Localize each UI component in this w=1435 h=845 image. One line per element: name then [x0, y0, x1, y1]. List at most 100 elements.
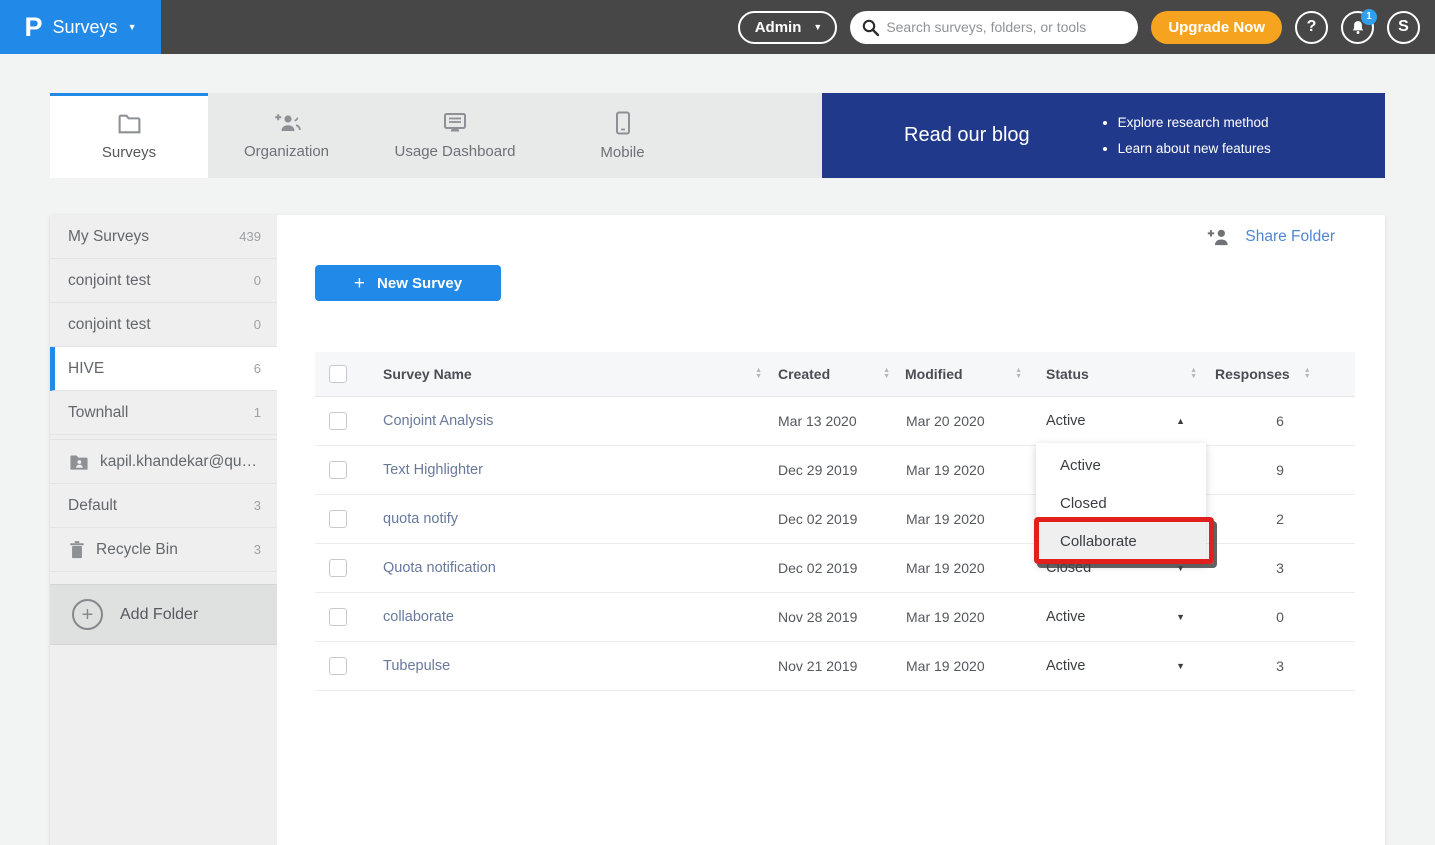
app-window: P Surveys ▼ Admin ▼ Upgrade Now ?	[0, 0, 1435, 845]
table-header-row: Survey Name ▲▼ Created ▲▼ Modified ▲▼ St…	[315, 352, 1355, 397]
folder-icon	[117, 113, 142, 135]
avatar-letter: S	[1398, 18, 1409, 36]
survey-name-link[interactable]: Text Highlighter	[370, 462, 770, 478]
sort-icon[interactable]: ▲▼	[1304, 368, 1311, 380]
sidebar-item-my-surveys[interactable]: My Surveys 439	[50, 215, 277, 259]
chevron-down-icon: ▼	[128, 22, 137, 32]
row-checkbox[interactable]	[329, 608, 347, 626]
survey-name-link[interactable]: Tubepulse	[370, 658, 770, 674]
caret-down-icon: ▼	[1176, 612, 1185, 622]
brand-logo-icon: P	[25, 14, 43, 41]
created-date: Mar 13 2020	[770, 413, 898, 429]
sidebar-item-conjoint-test-1[interactable]: conjoint test 0	[50, 259, 277, 303]
new-survey-button[interactable]: + New Survey	[315, 265, 501, 301]
column-header-status[interactable]: Status ▲▼	[1030, 352, 1205, 396]
folder-count: 3	[254, 498, 261, 513]
folder-label: Townhall	[68, 404, 246, 422]
table-row: collaborate Nov 28 2019 Mar 19 2020 Acti…	[315, 593, 1355, 642]
survey-name-link[interactable]: collaborate	[370, 609, 770, 625]
upgrade-now-button[interactable]: Upgrade Now	[1151, 11, 1282, 44]
tab-usage-dashboard[interactable]: Usage Dashboard	[365, 93, 545, 178]
modified-date: Mar 19 2020	[898, 462, 1030, 478]
row-checkbox[interactable]	[329, 461, 347, 479]
status-option-closed[interactable]: Closed	[1036, 484, 1206, 522]
column-header-survey-name[interactable]: Survey Name ▲▼	[370, 352, 770, 396]
folder-count: 6	[254, 361, 261, 376]
banner-title: Read our blog	[904, 124, 1030, 147]
column-header-modified[interactable]: Modified ▲▼	[898, 352, 1030, 396]
survey-name-link[interactable]: Quota notification	[370, 560, 770, 576]
status-dropdown-menu: Active Closed Collaborate	[1036, 443, 1206, 564]
plus-circle-icon: +	[72, 599, 103, 630]
table-row: Conjoint Analysis Mar 13 2020 Mar 20 202…	[315, 397, 1355, 446]
table-row: Tubepulse Nov 21 2019 Mar 19 2020 Active…	[315, 642, 1355, 691]
sidebar-item-hive[interactable]: HIVE 6	[50, 347, 277, 391]
notifications-button[interactable]: 1	[1341, 11, 1374, 44]
tab-label: Organization	[244, 143, 329, 160]
column-label: Responses	[1215, 366, 1290, 382]
banner-bullet: Learn about new features	[1118, 136, 1271, 162]
column-label: Modified	[905, 366, 963, 382]
column-header-responses[interactable]: Responses ▲▼	[1205, 352, 1355, 396]
sort-icon[interactable]: ▲▼	[755, 368, 762, 380]
new-survey-label: New Survey	[377, 275, 462, 292]
status-dropdown-trigger[interactable]: Active ▲	[1030, 413, 1205, 429]
status-dropdown-trigger[interactable]: Active ▼	[1030, 609, 1205, 625]
tab-organization[interactable]: Organization	[208, 93, 365, 178]
responses-count: 9	[1205, 462, 1355, 478]
folder-label: Default	[68, 497, 246, 515]
responses-count: 6	[1205, 413, 1355, 429]
sort-icon[interactable]: ▲▼	[1190, 368, 1197, 380]
survey-name-link[interactable]: quota notify	[370, 511, 770, 527]
folder-label: Recycle Bin	[96, 541, 246, 559]
sidebar-item-recycle-bin[interactable]: Recycle Bin 3	[50, 528, 277, 572]
caret-down-icon: ▼	[1176, 661, 1185, 671]
survey-name-link[interactable]: Conjoint Analysis	[370, 413, 770, 429]
status-option-collaborate[interactable]: Collaborate	[1036, 522, 1206, 560]
sort-icon[interactable]: ▲▼	[1015, 368, 1022, 380]
folder-count: 1	[254, 405, 261, 420]
sort-icon[interactable]: ▲▼	[883, 368, 890, 380]
sidebar-item-conjoint-test-2[interactable]: conjoint test 0	[50, 303, 277, 347]
row-checkbox[interactable]	[329, 510, 347, 528]
help-button[interactable]: ?	[1295, 11, 1328, 44]
search-input[interactable]	[850, 11, 1138, 44]
blog-banner[interactable]: Read our blog Explore research method Le…	[822, 93, 1385, 178]
folder-label: HIVE	[68, 360, 246, 378]
sidebar-item-townhall[interactable]: Townhall 1	[50, 391, 277, 435]
responses-count: 3	[1205, 560, 1355, 576]
survey-list-panel: Share Folder + New Survey Survey Name ▲▼	[277, 215, 1385, 845]
banner-bullet: Explore research method	[1118, 110, 1271, 136]
column-header-created[interactable]: Created ▲▼	[770, 352, 898, 396]
modified-date: Mar 19 2020	[898, 658, 1030, 674]
navbar-actions: Admin ▼ Upgrade Now ? 1	[738, 11, 1435, 44]
dashboard-icon	[442, 112, 468, 134]
admin-menu-button[interactable]: Admin ▼	[738, 11, 838, 44]
folder-sidebar: My Surveys 439 conjoint test 0 conjoint …	[50, 215, 277, 845]
product-name: Surveys	[53, 17, 118, 38]
responses-count: 3	[1205, 658, 1355, 674]
created-date: Dec 02 2019	[770, 511, 898, 527]
content-card: My Surveys 439 conjoint test 0 conjoint …	[50, 215, 1385, 845]
tab-surveys[interactable]: Surveys	[50, 93, 208, 178]
avatar[interactable]: S	[1387, 11, 1420, 44]
row-checkbox[interactable]	[329, 412, 347, 430]
add-folder-button[interactable]: + Add Folder	[50, 584, 277, 645]
top-navbar: P Surveys ▼ Admin ▼ Upgrade Now ?	[0, 0, 1435, 54]
sidebar-item-shared-account[interactable]: kapil.khandekar@que…	[50, 440, 277, 484]
section-tabbar: Surveys Organization Usage Dashboard	[50, 93, 1385, 178]
sidebar-item-default[interactable]: Default 3	[50, 484, 277, 528]
row-checkbox[interactable]	[329, 559, 347, 577]
created-date: Nov 21 2019	[770, 658, 898, 674]
share-folder-button[interactable]: Share Folder	[1206, 227, 1335, 247]
select-all-checkbox[interactable]	[329, 365, 347, 383]
tab-mobile[interactable]: Mobile	[545, 93, 700, 178]
column-label: Created	[778, 366, 830, 382]
product-switcher[interactable]: P Surveys ▼	[0, 0, 161, 54]
row-checkbox[interactable]	[329, 657, 347, 675]
status-option-active[interactable]: Active	[1036, 446, 1206, 484]
modified-date: Mar 19 2020	[898, 560, 1030, 576]
add-folder-label: Add Folder	[120, 606, 198, 624]
mobile-icon	[615, 111, 631, 135]
status-dropdown-trigger[interactable]: Active ▼	[1030, 658, 1205, 674]
